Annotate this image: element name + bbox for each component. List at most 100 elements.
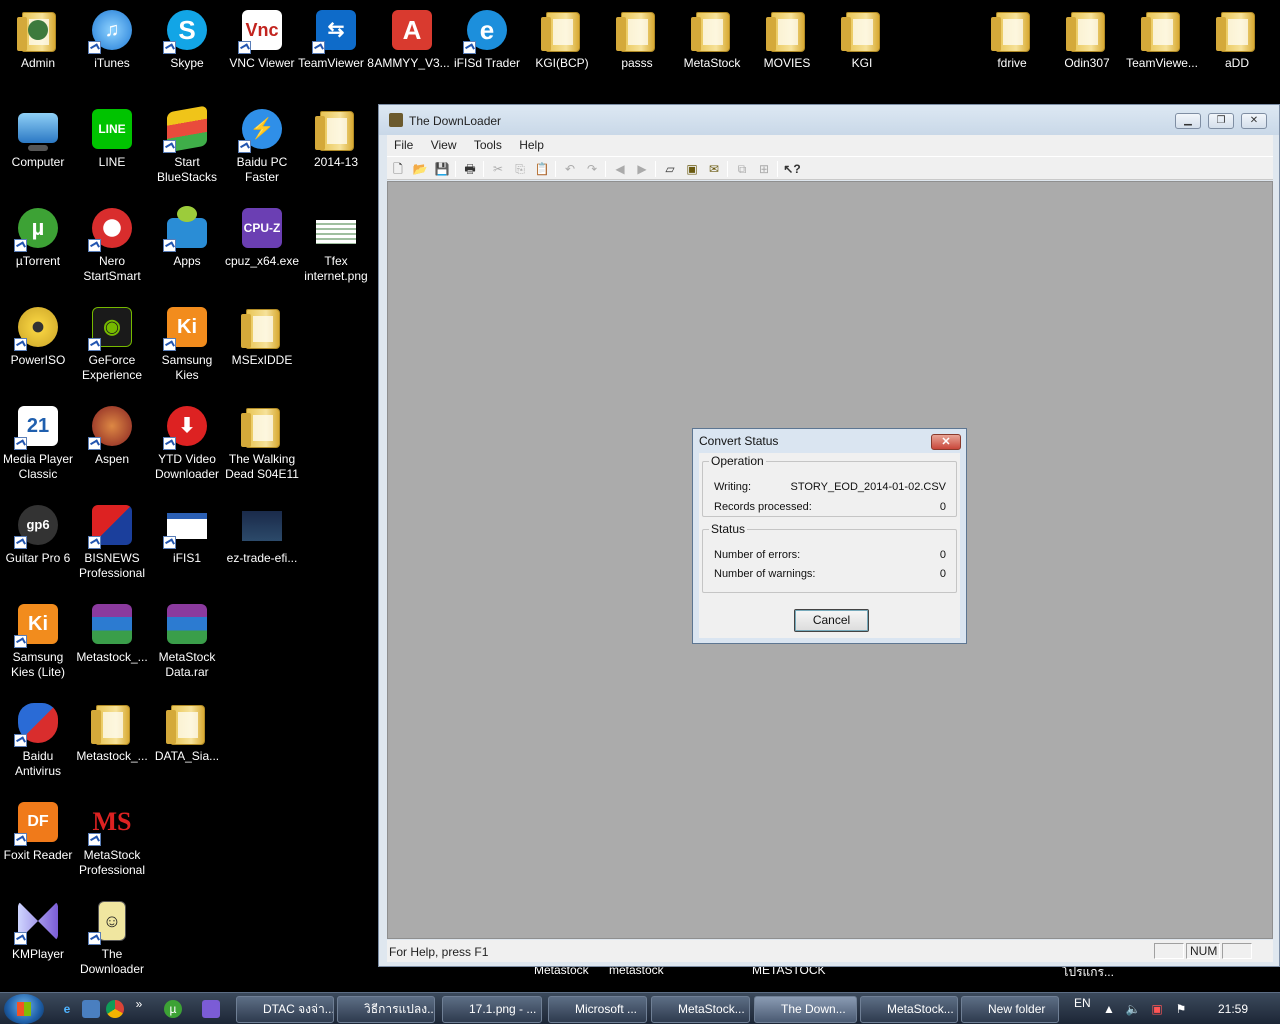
desktop-icon-metastock-archive-1[interactable]: Metastock_... (74, 594, 150, 690)
utorrent-icon[interactable]: µ (164, 1000, 182, 1018)
desktop-icon-ifisd-trader[interactable]: e iFISd Trader (449, 0, 525, 96)
notification-chevron-icon[interactable]: ▲ (1100, 1000, 1118, 1018)
desktop-icon-metastock-professional[interactable]: MS MetaStock Professional (74, 792, 150, 888)
menu-file[interactable]: File (387, 135, 420, 156)
redo-icon[interactable]: ↷ (583, 160, 601, 178)
action-center-icon[interactable]: ⚑ (1172, 1000, 1190, 1018)
start-button[interactable] (4, 994, 44, 1024)
desktop-icon-admin[interactable]: Admin (0, 0, 76, 96)
kmplayer-icon (14, 897, 62, 945)
desktop-icon-fdrive[interactable]: fdrive (974, 0, 1050, 96)
menu-help[interactable]: Help (512, 135, 551, 156)
kmplayer-icon[interactable] (202, 1000, 220, 1018)
desktop-icon-walking-dead[interactable]: The Walking Dead S04E11 (224, 396, 300, 492)
cancel-button[interactable]: Cancel (794, 609, 869, 632)
desktop-icon-ez-trade[interactable]: ez-trade-efi... (224, 495, 300, 591)
desktop-icon-ytd[interactable]: ⬇ YTD Video Downloader (149, 396, 225, 492)
desktop-icon-metastock-folder[interactable]: MetaStock (674, 0, 750, 96)
desktop-icon-bluestacks[interactable]: Start BlueStacks (149, 99, 225, 195)
desktop-icon-metastock-data-rar[interactable]: MetaStock Data.rar (149, 594, 225, 690)
cut-icon[interactable]: ✂ (489, 160, 507, 178)
desktop-icon-aspen[interactable]: Aspen (74, 396, 150, 492)
desktop-icon-nero[interactable]: Nero StartSmart (74, 198, 150, 294)
desktop-icon-cpuz[interactable]: CPU-Z cpuz_x64.exe (224, 198, 300, 294)
desktop-icon-passs[interactable]: passs (599, 0, 675, 96)
desktop-icon-movies[interactable]: MOVIES (749, 0, 825, 96)
menu-view[interactable]: View (424, 135, 464, 156)
taskbar-button-new-folder[interactable]: New folder (961, 996, 1059, 1023)
clock[interactable]: 21:59 (1218, 993, 1248, 1024)
desktop-icon-ifis1[interactable]: iFIS1 (149, 495, 225, 591)
convert-icon[interactable]: ▣ (683, 160, 701, 178)
taskbar-button-dtac[interactable]: DTAC จงจ่า... (236, 996, 334, 1023)
window-titlebar[interactable]: The DownLoader ▁ ❐ ✕ (379, 105, 1279, 135)
desktop-icon-metastock-folder-2[interactable]: Metastock_... (74, 693, 150, 789)
desktop-icon-samsung-kies-lite[interactable]: Ki Samsung Kies (Lite) (0, 594, 76, 690)
desktop-icon-utorrent[interactable]: µ µTorrent (0, 198, 76, 294)
desktop-icon-tfex-png[interactable]: Tfex internet.png (298, 198, 374, 294)
desktop-icon-ammyy[interactable]: A AMMYY_V3... (374, 0, 450, 96)
tile-icon[interactable]: ⊞ (755, 160, 773, 178)
open-icon[interactable]: 📂 (411, 160, 429, 178)
chrome-icon[interactable] (106, 1000, 124, 1018)
desktop-icon-vnc-viewer[interactable]: Vnc VNC Viewer (224, 0, 300, 96)
desktop-icon-computer[interactable]: Computer (0, 99, 76, 195)
desktop-icon-label: MetaStock (683, 56, 741, 70)
desktop-icon-teamviewer-folder[interactable]: TeamViewe... (1124, 0, 1200, 96)
volume-icon[interactable]: 🔈 (1124, 1000, 1142, 1018)
desktop-icon-bisnews[interactable]: BISNEWS Professional (74, 495, 150, 591)
desktop-icon-foxit-reader[interactable]: DF Foxit Reader (0, 792, 76, 888)
desktop-icon-skype[interactable]: S Skype (149, 0, 225, 96)
print-icon[interactable]: 🖶 (461, 160, 479, 178)
restore-button[interactable]: ❐ (1208, 113, 1234, 129)
desktop-icon-geforce[interactable]: ◉ GeForce Experience (74, 297, 150, 393)
network-icon[interactable]: ▣ (1148, 1000, 1166, 1018)
desktop-icon-kgi-bcp[interactable]: KGI(BCP) (524, 0, 600, 96)
new-icon[interactable]: 🗋 (389, 160, 407, 178)
internet-explorer-icon[interactable]: e (58, 1000, 76, 1018)
taskbar-button-convert-guide[interactable]: วิธีการแปลง... (337, 996, 435, 1023)
paste-icon[interactable]: 📋 (533, 160, 551, 178)
desktop-icon-apps[interactable]: Apps (149, 198, 225, 294)
quick-launch-overflow[interactable]: » (130, 995, 148, 1013)
desktop-icon-guitar-pro[interactable]: gp6 Guitar Pro 6 (0, 495, 76, 591)
desktop-icon-samsung-kies[interactable]: Ki Samsung Kies (149, 297, 225, 393)
desktop-icon-kgi[interactable]: KGI (824, 0, 900, 96)
desktop-icon-baidu-pc-faster[interactable]: ⚡ Baidu PC Faster (224, 99, 300, 195)
save-icon[interactable]: 💾 (433, 160, 451, 178)
cascade-icon[interactable]: ⧉ (733, 160, 751, 178)
desktop-icon-odin307[interactable]: Odin307 (1049, 0, 1125, 96)
desktop-icon-label: MetaStock Professional (78, 848, 146, 877)
desktop-icon-add[interactable]: aDD (1199, 0, 1275, 96)
desktop-icon-baidu-antivirus[interactable]: Baidu Antivirus (0, 693, 76, 789)
previous-icon[interactable]: ◀ (611, 160, 629, 178)
copy-icon[interactable]: ⎘ (511, 160, 529, 178)
folder-icon (688, 6, 736, 54)
taskbar-button-the-downloader[interactable]: The Down... (754, 996, 857, 1023)
desktop-icon-line[interactable]: LINE LINE (74, 99, 150, 195)
mail-icon[interactable]: ✉ (705, 160, 723, 178)
close-button[interactable]: ✕ (1241, 113, 1267, 129)
desktop-icon-teamviewer-8[interactable]: ⇆ TeamViewer 8 (298, 0, 374, 96)
eraser-icon[interactable]: ▱ (661, 160, 679, 178)
taskbar-button-metastock-2[interactable]: MetaStock... (860, 996, 958, 1023)
next-icon[interactable]: ▶ (633, 160, 651, 178)
desktop-icon-2014-13[interactable]: 2014-13 (298, 99, 374, 195)
desktop-icon-the-downloader[interactable]: ☺ The Downloader (74, 891, 150, 987)
menu-tools[interactable]: Tools (467, 135, 509, 156)
desktop-icon-poweriso[interactable]: PowerISO (0, 297, 76, 393)
taskbar-button-metastock-1[interactable]: MetaStock... (651, 996, 750, 1023)
show-desktop-icon[interactable] (82, 1000, 100, 1018)
minimize-button[interactable]: ▁ (1175, 113, 1201, 129)
context-help-icon[interactable]: ↖? (783, 160, 801, 178)
taskbar-button-17-png[interactable]: 17.1.png - ... (442, 996, 542, 1023)
dialog-close-button[interactable]: ✕ (931, 434, 961, 450)
desktop-icon-msexidde[interactable]: MSExIDDE (224, 297, 300, 393)
desktop-icon-media-player-classic[interactable]: 21 Media Player Classic (0, 396, 76, 492)
undo-icon[interactable]: ↶ (561, 160, 579, 178)
desktop-icon-data-sia[interactable]: DATA_Sia... (149, 693, 225, 789)
taskbar-button-microsoft-excel[interactable]: Microsoft ... (548, 996, 647, 1023)
desktop-icon-kmplayer[interactable]: KMPlayer (0, 891, 76, 987)
language-indicator[interactable]: EN (1074, 987, 1091, 1019)
desktop-icon-itunes[interactable]: ♫ iTunes (74, 0, 150, 96)
